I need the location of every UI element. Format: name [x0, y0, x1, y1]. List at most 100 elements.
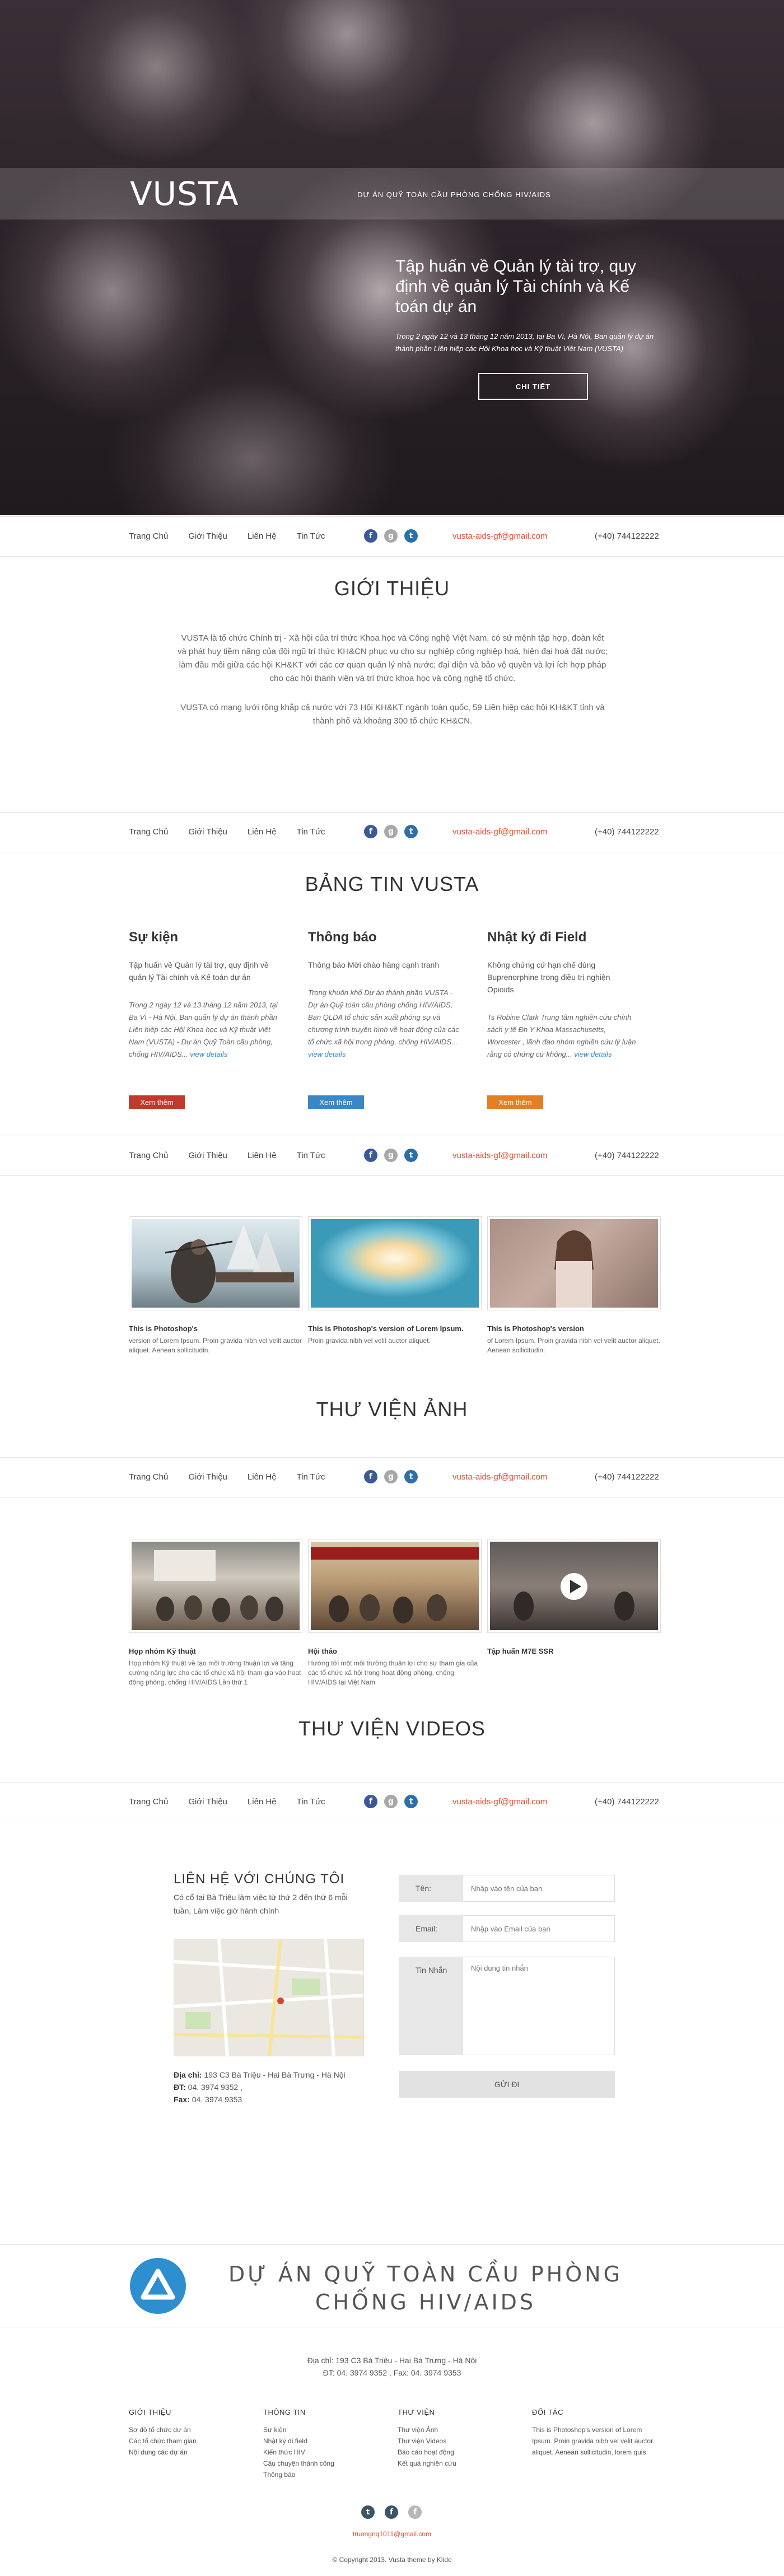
nav-item-news[interactable]: Tin Tức	[297, 1797, 325, 1807]
news-more-button-field-diary[interactable]: Xem thêm	[487, 1095, 543, 1109]
location-map[interactable]	[174, 1939, 364, 2056]
footer-column-partners: ĐỐI TÁC This is Photoshop's version of L…	[532, 2408, 655, 2458]
googleplus-icon[interactable]: f	[408, 2505, 422, 2519]
video-card[interactable]: Tập huấn M7E SSR	[487, 1539, 661, 1659]
nav-phone: (+40) 744122222	[595, 1797, 659, 1807]
nav-item-home[interactable]: Trang Chủ	[129, 531, 168, 541]
facebook-icon[interactable]: f	[364, 1149, 377, 1162]
twitter-icon[interactable]: t	[404, 1470, 418, 1483]
facebook-icon[interactable]: f	[364, 1470, 377, 1483]
photo-title: This is Photoshop's version	[487, 1324, 584, 1333]
news-more-button-events[interactable]: Xem thêm	[129, 1095, 185, 1109]
video-card[interactable]: Hội thảo Hướng tới một môi trường thuận …	[308, 1539, 482, 1687]
navbar: Trang Chủ Giới Thiệu Liên Hệ Tin Tức f g…	[0, 1782, 784, 1822]
video-thumbnail[interactable]	[129, 1539, 302, 1633]
nav-item-news[interactable]: Tin Tức	[297, 1151, 325, 1160]
nav-item-home[interactable]: Trang Chủ	[129, 1797, 168, 1807]
photo-card[interactable]: This is Photoshop's version of Lorem Ips…	[487, 1216, 661, 1355]
news-lead[interactable]: Không chứng cứ hạn chế dùng Buprenorphin…	[487, 959, 638, 996]
googleplus-icon[interactable]: g	[384, 529, 398, 543]
footer-address: Địa chỉ: 193 C3 Bà Triệu - Hai Bà Trưng …	[307, 2356, 477, 2365]
footer-link[interactable]: Kết quả nghiên cứu	[398, 2458, 521, 2469]
twitter-icon[interactable]: t	[361, 2505, 375, 2519]
photo-thumbnail[interactable]	[129, 1216, 302, 1310]
nav-item-contact[interactable]: Liên Hệ	[248, 1797, 277, 1807]
video-thumbnail[interactable]	[487, 1539, 661, 1633]
hero-details-button[interactable]: CHI TIẾT	[478, 373, 588, 400]
nav-item-about[interactable]: Giới Thiệu	[188, 1797, 227, 1807]
twitter-icon[interactable]: t	[404, 1795, 418, 1808]
navbar: Trang Chủ Giới Thiệu Liên Hệ Tin Tức f g…	[0, 516, 784, 557]
photo-thumbnail[interactable]	[487, 1216, 661, 1310]
news-lead[interactable]: Thông báo Mời chào hàng cạnh tranh	[308, 959, 459, 971]
contact-title: LIÊN HỆ VỚI CHÚNG TÔI	[174, 1872, 345, 1887]
nav-item-news[interactable]: Tin Tức	[297, 531, 325, 541]
nav-item-contact[interactable]: Liên Hệ	[248, 1472, 277, 1482]
email-field[interactable]	[463, 1915, 615, 1942]
view-details-link[interactable]: view details	[574, 1050, 612, 1058]
nav-item-contact[interactable]: Liên Hệ	[248, 827, 277, 837]
googleplus-icon[interactable]: g	[384, 1149, 398, 1162]
footer-link[interactable]: Báo cáo hoạt động	[398, 2447, 521, 2458]
nav-email[interactable]: vusta-aids-gf@gmail.com	[452, 1797, 547, 1807]
twitter-icon[interactable]: t	[404, 529, 418, 543]
googleplus-icon[interactable]: g	[384, 1470, 398, 1483]
nav-item-contact[interactable]: Liên Hệ	[248, 1151, 277, 1160]
footer-link[interactable]: Nội dung các dự án	[129, 2447, 252, 2458]
map-image	[174, 1939, 363, 2056]
twitter-icon[interactable]: t	[404, 825, 418, 838]
video-thumbnail[interactable]	[308, 1539, 482, 1633]
facebook-icon[interactable]: f	[364, 1795, 377, 1808]
nav-email[interactable]: vusta-aids-gf@gmail.com	[452, 827, 547, 837]
nav-email[interactable]: vusta-aids-gf@gmail.com	[452, 1472, 547, 1482]
footer-link[interactable]: Nhật ký đi field	[263, 2435, 386, 2447]
phone-label: ĐT:	[174, 2083, 186, 2092]
nav-item-about[interactable]: Giới Thiệu	[188, 531, 227, 541]
news-title: BẢNG TIN VUSTA	[305, 872, 479, 895]
photo-thumbnail[interactable]	[308, 1216, 482, 1310]
footer-link[interactable]: Sơ đồ tổ chức dự án	[129, 2424, 252, 2435]
workshop-image	[311, 1547, 479, 1623]
site-logo[interactable]: VUSTA	[130, 175, 239, 213]
nav-item-about[interactable]: Giới Thiệu	[188, 1151, 227, 1160]
footer-link[interactable]: Sự kiện	[263, 2424, 386, 2435]
nav-item-home[interactable]: Trang Chủ	[129, 1472, 168, 1482]
twitter-icon[interactable]: t	[404, 1149, 418, 1162]
footer-column-heading: THÔNG TIN	[263, 2408, 306, 2416]
footer-link[interactable]: Các tổ chức tham gian	[129, 2435, 252, 2447]
nav-email[interactable]: vusta-aids-gf@gmail.com	[452, 1151, 547, 1160]
facebook-icon[interactable]: f	[364, 825, 377, 838]
photo-card[interactable]: This is Photoshop's version of Lorem Ips…	[129, 1216, 302, 1355]
woman-portrait-image	[554, 1230, 594, 1308]
nav-item-news[interactable]: Tin Tức	[297, 1472, 325, 1482]
facebook-icon[interactable]: f	[385, 2505, 398, 2519]
nav-item-contact[interactable]: Liên Hệ	[248, 531, 277, 541]
message-field[interactable]	[463, 1957, 615, 2055]
news-lead[interactable]: Tập huấn về Quản lý tài trợ, quy định về…	[129, 959, 280, 983]
footer-link[interactable]: Câu chuyện thành công	[263, 2458, 386, 2469]
send-button[interactable]: GỬI ĐI	[399, 2071, 615, 2098]
footer-link[interactable]: Kiến thức HIV	[263, 2447, 386, 2458]
nav-item-home[interactable]: Trang Chủ	[129, 1151, 168, 1160]
nav-item-home[interactable]: Trang Chủ	[129, 827, 168, 837]
nav-item-news[interactable]: Tin Tức	[297, 827, 325, 837]
footer-link[interactable]: Thư viện Videos	[398, 2435, 521, 2447]
footer-link[interactable]: Thư viện Ảnh	[398, 2424, 521, 2435]
news-more-button-announcements[interactable]: Xem thêm	[308, 1095, 364, 1109]
googleplus-icon[interactable]: g	[384, 1795, 398, 1808]
map-pin-icon[interactable]	[277, 1998, 284, 2004]
view-details-link[interactable]: view details	[308, 1050, 346, 1058]
facebook-icon[interactable]: f	[364, 529, 377, 543]
footer-column-heading: THƯ VIỆN	[398, 2408, 435, 2416]
nav-email[interactable]: vusta-aids-gf@gmail.com	[452, 531, 547, 541]
footer-link[interactable]: Thông báo	[263, 2469, 386, 2480]
photo-desc: Proin gravida nibh vel velit auctor aliq…	[308, 1337, 431, 1345]
photo-card[interactable]: This is Photoshop's version of Lorem Ips…	[308, 1216, 482, 1346]
video-card[interactable]: Họp nhóm Kỹ thuật Họp nhóm Kỹ thuật về t…	[129, 1539, 302, 1687]
nav-item-about[interactable]: Giới Thiệu	[188, 827, 227, 837]
footer-email[interactable]: truongnq1011@gmail.com	[0, 2530, 784, 2538]
name-field[interactable]	[463, 1875, 615, 1902]
view-details-link[interactable]: view details	[190, 1050, 227, 1058]
nav-item-about[interactable]: Giới Thiệu	[188, 1472, 227, 1482]
googleplus-icon[interactable]: g	[384, 825, 398, 838]
